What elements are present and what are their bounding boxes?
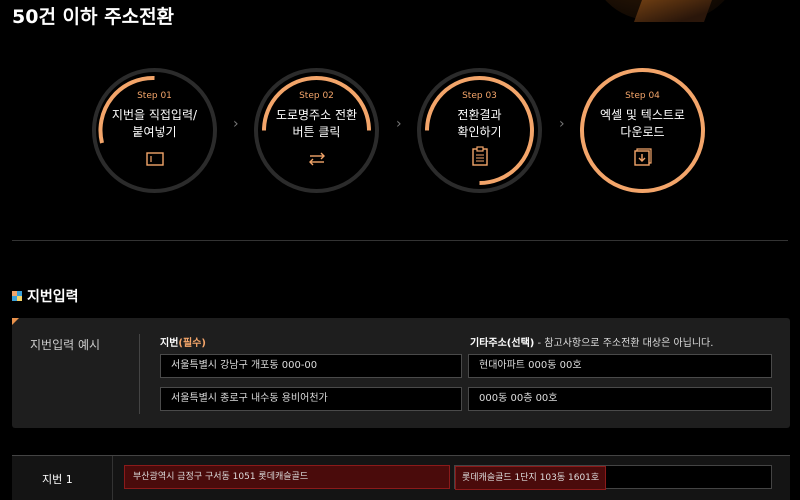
corner-accent: [12, 318, 19, 325]
jibun-row-label: 지번 1: [42, 473, 73, 486]
step-3-progress-arc: [425, 76, 534, 185]
example-etc-field: 000동 00층 00호: [468, 387, 772, 411]
step-2-progress-arc: [262, 76, 371, 131]
jibun-column-header: 지번(필수): [160, 334, 206, 349]
row-divider: [112, 456, 113, 500]
convert-arrows-icon: [307, 151, 327, 170]
step-3: Step 03 전환결과 확인하기: [417, 68, 542, 193]
example-label: 지번입력 예시: [30, 338, 101, 352]
step-1: Step 01 지번을 직접입력/ 붙여넣기: [92, 68, 217, 193]
etc-address-value: 롯데캐슬골드 1단지 103동 1601호: [455, 466, 607, 490]
clipboard-icon: [471, 146, 488, 170]
chevron-right-icon: ›: [233, 116, 239, 132]
etc-column-header: 기타주소(선택) - 참고사항으로 주소전환 대상은 아닙니다.: [470, 334, 713, 349]
step-2: Step 02 도로명주소 전환 버튼 클릭: [254, 68, 379, 193]
step-4-number: Step 04: [625, 91, 660, 101]
chevron-right-icon: ›: [559, 116, 565, 132]
jibun-column-label: 지번: [160, 338, 179, 349]
chevron-right-icon: ›: [396, 116, 402, 132]
jibun-input-row: 지번 1 부산광역시 금정구 구서동 1051 롯데캐슬골드 롯데캐슬골드 1단…: [12, 455, 790, 500]
etc-address-input[interactable]: 롯데캐슬골드 1단지 103동 1601호: [454, 465, 772, 490]
section-bullet-icon: [12, 291, 22, 301]
page-title: 50건 이하 주소전환: [12, 6, 175, 28]
download-icon: [633, 148, 652, 170]
step-4-text: 엑셀 및 텍스트로 다운로드: [600, 108, 685, 139]
section-divider: [12, 240, 788, 241]
step-guide: Step 01 지번을 직접입력/ 붙여넣기 › Step 02 도로명주소 전…: [92, 68, 782, 193]
example-jibun-field: 서울특별시 강남구 개포동 000-00: [160, 354, 462, 378]
header-decoration-shape: [633, 0, 713, 22]
etc-column-note: - 참고사항으로 주소전환 대상은 아닙니다.: [534, 338, 714, 349]
jibun-input[interactable]: 부산광역시 금정구 구서동 1051 롯데캐슬골드: [124, 465, 450, 489]
section-title: 지번입력: [12, 286, 79, 306]
step-4: Step 04 엑셀 및 텍스트로 다운로드: [580, 68, 705, 193]
example-etc-field: 현대아파트 000동 00호: [468, 354, 772, 378]
input-box-icon: [145, 151, 164, 170]
section-title-text: 지번입력: [27, 289, 79, 305]
etc-column-label: 기타주소(선택): [470, 338, 535, 349]
required-mark: (필수): [178, 338, 206, 349]
example-divider: [139, 334, 140, 414]
example-jibun-field: 서울특별시 종로구 내수동 용비어천가: [160, 387, 462, 411]
example-panel: 지번입력 예시 지번(필수) 기타주소(선택) - 참고사항으로 주소전환 대상…: [12, 318, 790, 428]
step-1-progress-arc: [98, 75, 155, 144]
